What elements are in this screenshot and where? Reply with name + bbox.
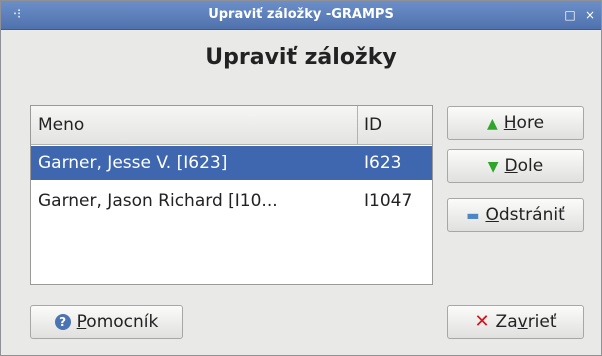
row-id: I1047 xyxy=(364,191,413,211)
move-up-mnemonic: H xyxy=(503,113,517,133)
help-mnemonic: P xyxy=(76,312,87,332)
close-window-icon[interactable]: × xyxy=(581,6,599,24)
move-up-label: ore xyxy=(516,113,545,133)
move-up-button[interactable]: ▲ Hore xyxy=(447,106,584,140)
remove-mnemonic: O xyxy=(485,205,499,225)
window-title: Upraviť záložky -GRAMPS xyxy=(208,7,394,22)
column-header-id[interactable]: ID xyxy=(358,106,432,144)
list-row[interactable]: Garner, Jason Richard [I10... I1047 xyxy=(31,184,432,218)
close-label-end: rieť xyxy=(527,312,557,332)
move-down-mnemonic: D xyxy=(504,156,518,176)
remove-icon: ▬ xyxy=(466,208,480,224)
move-down-button[interactable]: ▼ Dole xyxy=(447,149,584,183)
arrow-up-icon: ▲ xyxy=(486,116,498,132)
row-id: I623 xyxy=(364,153,402,173)
remove-button[interactable]: ▬ Odstrániť xyxy=(447,198,584,232)
window-menu-icon[interactable]: ⋅⁝ xyxy=(7,6,27,24)
close-label-start: Za xyxy=(495,312,518,332)
list-row[interactable]: Garner, Jesse V. [I623] I623 xyxy=(31,146,432,180)
close-icon: ✕ xyxy=(474,311,490,332)
maximize-icon[interactable]: □ xyxy=(561,6,579,24)
help-icon: ? xyxy=(54,314,71,330)
column-header-name[interactable]: Meno xyxy=(31,106,358,144)
move-down-label: ole xyxy=(517,156,544,176)
close-mnemonic: v xyxy=(517,312,528,332)
arrow-down-icon: ▼ xyxy=(487,159,499,175)
row-name: Garner, Jason Richard [I10... xyxy=(38,191,278,211)
close-button[interactable]: ✕ Zavrieť xyxy=(447,305,584,339)
help-button[interactable]: ? Pomocník xyxy=(30,305,183,339)
edit-bookmarks-dialog: ⋅⁝ Upraviť záložky -GRAMPS □ × Upraviť z… xyxy=(0,0,602,356)
help-label: omocník xyxy=(86,312,159,332)
bookmarks-list[interactable]: Meno ID Garner, Jesse V. [I623] I623 Gar… xyxy=(30,105,433,285)
title-bar[interactable]: ⋅⁝ Upraviť záložky -GRAMPS □ × xyxy=(1,1,601,30)
list-header: Meno ID xyxy=(31,106,432,145)
remove-label: dstrániť xyxy=(498,205,565,225)
row-name: Garner, Jesse V. [I623] xyxy=(38,153,228,173)
dialog-heading: Upraviť záložky xyxy=(205,45,397,70)
